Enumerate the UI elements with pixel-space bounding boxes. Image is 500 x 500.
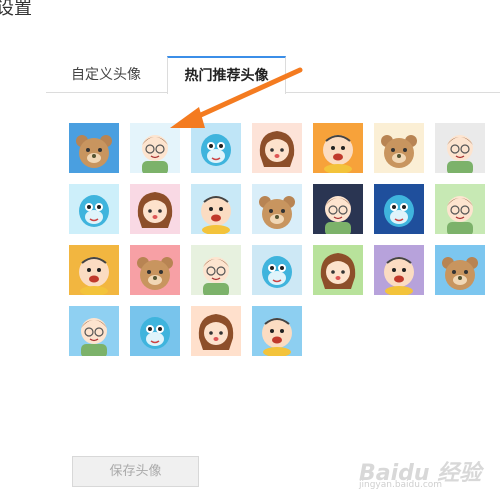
tab-hot-recommended-avatar[interactable]: 热门推荐头像 bbox=[167, 56, 286, 94]
avatar-item-bear-blue[interactable] bbox=[69, 123, 119, 173]
avatar-item-bear-sitting[interactable] bbox=[252, 184, 302, 234]
avatar-item-bald-man-light-blue[interactable] bbox=[191, 184, 241, 234]
avatar-item-girl-brown-hair[interactable] bbox=[252, 123, 302, 173]
avatar-item-dolphin-beach[interactable] bbox=[130, 306, 180, 356]
avatar-tabs: 自定义头像 热门推荐头像 bbox=[46, 56, 500, 94]
save-avatar-button[interactable]: 保存头像 bbox=[72, 456, 199, 487]
avatar-item-sunglasses-boy[interactable] bbox=[435, 184, 485, 234]
avatar-item-bear-cream[interactable] bbox=[374, 123, 424, 173]
watermark-sub: jingyan.baidu.com bbox=[359, 480, 443, 490]
tab-custom-avatar[interactable]: 自定义头像 bbox=[46, 58, 166, 92]
avatar-item-boy-night[interactable] bbox=[313, 184, 363, 234]
avatar-item-bear-sky[interactable] bbox=[435, 245, 485, 295]
avatar-item-bald-purple[interactable] bbox=[374, 245, 424, 295]
avatar-item-blue-dolphin-play[interactable] bbox=[252, 245, 302, 295]
avatar-item-boy-green-wave[interactable] bbox=[130, 123, 180, 173]
avatar-item-rabbit-dolphin-blue[interactable] bbox=[374, 184, 424, 234]
avatar-item-bald-duck[interactable] bbox=[69, 245, 119, 295]
avatar-item-girl-pink-bg[interactable] bbox=[130, 184, 180, 234]
avatar-item-blue-dolphin-wide[interactable] bbox=[69, 184, 119, 234]
avatar-item-blue-dolphin[interactable] bbox=[191, 123, 241, 173]
avatar-item-boy-hands-up[interactable] bbox=[191, 245, 241, 295]
baidu-watermark: Baidu 经验 jingyan.baidu.com bbox=[357, 453, 497, 493]
avatar-item-girl-beach[interactable] bbox=[191, 306, 241, 356]
avatar-item-bald-beach[interactable] bbox=[252, 306, 302, 356]
page-title: 设置 bbox=[0, 0, 32, 19]
avatar-item-boy-beach[interactable] bbox=[69, 306, 119, 356]
avatar-item-bear-pink-bg[interactable] bbox=[130, 245, 180, 295]
avatar-item-bald-man-red-mouth[interactable] bbox=[313, 123, 363, 173]
avatar-item-boy-glasses-green[interactable] bbox=[435, 123, 485, 173]
avatar-item-girl-green-bg[interactable] bbox=[313, 245, 363, 295]
